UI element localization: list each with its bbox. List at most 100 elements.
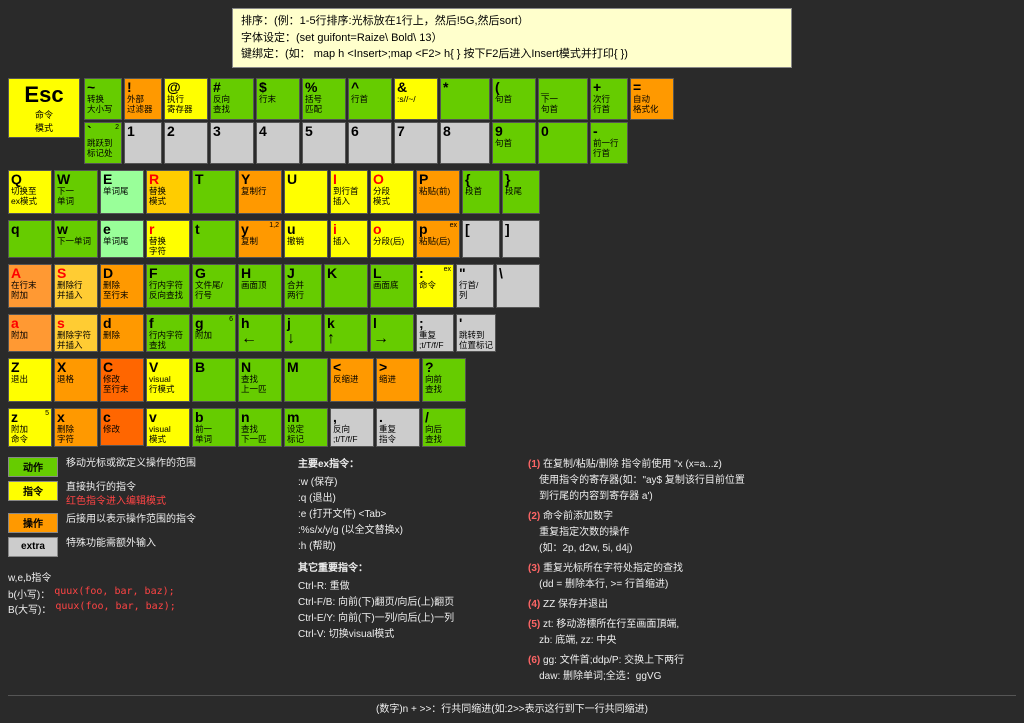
key-W[interactable]: W 下一单词 bbox=[54, 170, 98, 214]
key-semicolon[interactable]: ; 重复;t/T/f/F bbox=[416, 314, 454, 352]
key-w-lower[interactable]: w 下一单词 bbox=[54, 220, 98, 258]
key-N[interactable]: N 查找上一匹 bbox=[238, 358, 282, 402]
key-Z[interactable]: Z 退出 bbox=[8, 358, 52, 402]
key-lbrace[interactable]: { 段首 bbox=[462, 170, 500, 214]
key-X[interactable]: X 退格 bbox=[54, 358, 98, 402]
key-c[interactable]: c 修改 bbox=[100, 408, 144, 446]
key-U[interactable]: U bbox=[284, 170, 328, 214]
key-d[interactable]: d 删除 bbox=[100, 314, 144, 352]
key-tilde[interactable]: ~ 转换大小写 bbox=[84, 78, 122, 120]
key-u-lower[interactable]: u 撤销 bbox=[284, 220, 328, 258]
key-l[interactable]: l → bbox=[370, 314, 414, 352]
ex-item-3: :e (打开文件) <Tab> bbox=[298, 507, 518, 523]
key-V[interactable]: V visual行模式 bbox=[146, 358, 190, 402]
key-T[interactable]: T bbox=[192, 170, 236, 214]
key-k[interactable]: k ↑ bbox=[324, 314, 368, 352]
key-j[interactable]: j ↓ bbox=[284, 314, 322, 352]
key-o-lower[interactable]: o 分段(后) bbox=[370, 220, 414, 258]
key-O[interactable]: O 分段模式 bbox=[370, 170, 414, 214]
key-G[interactable]: G 文件尾/行号 bbox=[192, 264, 236, 308]
key-t-lower[interactable]: t bbox=[192, 220, 236, 258]
key-minus[interactable]: - 前一行行首 bbox=[590, 122, 628, 164]
bottom-section: 动作 移动光标或欲定义操作的范围 指令 直接执行的指令 红色指令进入编辑模式 操… bbox=[8, 457, 1016, 689]
key-4[interactable]: 4 bbox=[256, 122, 300, 164]
ex-item-5: :h (帮助) bbox=[298, 539, 518, 555]
key-L[interactable]: L 画面底 bbox=[370, 264, 414, 308]
key-Q[interactable]: Q 切换至ex模式 bbox=[8, 170, 52, 214]
key-b[interactable]: b 前一单词 bbox=[192, 408, 236, 446]
key-gt[interactable]: > 缩进 bbox=[376, 358, 420, 402]
key-q[interactable]: q bbox=[8, 220, 52, 258]
key-P[interactable]: P 粘贴(前) bbox=[416, 170, 460, 214]
key-6[interactable]: 6 bbox=[348, 122, 392, 164]
key-F[interactable]: F 行内字符反向查找 bbox=[146, 264, 190, 308]
key-I[interactable]: I 到行首插入 bbox=[330, 170, 368, 214]
key-dot[interactable]: . 重复指令 bbox=[376, 408, 420, 446]
key-quote[interactable]: " 行首/列 bbox=[456, 264, 494, 308]
key-v[interactable]: v visual模式 bbox=[146, 408, 190, 446]
key-rbracket[interactable]: ] bbox=[502, 220, 540, 258]
key-caret[interactable]: ^ 行首 bbox=[348, 78, 392, 120]
key-dollar[interactable]: $ 行末 bbox=[256, 78, 300, 120]
key-D[interactable]: D 删除至行末 bbox=[100, 264, 144, 308]
key-R[interactable]: R 替换模式 bbox=[146, 170, 190, 214]
key-0[interactable]: 0 bbox=[538, 122, 588, 164]
key-f[interactable]: f 行内字符查找 bbox=[146, 314, 190, 352]
key-7[interactable]: 7 bbox=[394, 122, 438, 164]
key-J[interactable]: J 合并两行 bbox=[284, 264, 322, 308]
key-m[interactable]: m 设定标记 bbox=[284, 408, 328, 446]
key-comma[interactable]: , 反向;t/T/f/F bbox=[330, 408, 374, 446]
key-s[interactable]: s 删除字符并插入 bbox=[54, 314, 98, 352]
key-exclaim[interactable]: ! 外部过滤器 bbox=[124, 78, 162, 120]
key-plus[interactable]: + 次行行首 bbox=[590, 78, 628, 120]
key-y-lower[interactable]: y 1,2 复制 bbox=[238, 220, 282, 258]
key-1[interactable]: 1 bbox=[124, 122, 162, 164]
key-x[interactable]: x 删除字符 bbox=[54, 408, 98, 446]
key-lbracket[interactable]: [ bbox=[462, 220, 500, 258]
legend-command: 指令 直接执行的指令 红色指令进入编辑模式 bbox=[8, 481, 288, 509]
key-C[interactable]: C 修改至行末 bbox=[100, 358, 144, 402]
key-g[interactable]: g 6 附加 bbox=[192, 314, 236, 352]
key-equals[interactable]: = 自动格式化 bbox=[630, 78, 674, 120]
key-underscore[interactable]: _ 下一句首 bbox=[538, 78, 588, 120]
key-slash[interactable]: / 向后查找 bbox=[422, 408, 466, 446]
key-percent[interactable]: % 括号匹配 bbox=[302, 78, 346, 120]
key-r-lower[interactable]: r 替换字符 bbox=[146, 220, 190, 258]
key-H[interactable]: H 画面顶 bbox=[238, 264, 282, 308]
key-5[interactable]: 5 bbox=[302, 122, 346, 164]
key-9[interactable]: 9 句首 bbox=[492, 122, 536, 164]
key-amp[interactable]: & :s//~/ bbox=[394, 78, 438, 120]
key-B[interactable]: B bbox=[192, 358, 236, 402]
key-apostrophe[interactable]: ' 跳转到位置标记 bbox=[456, 314, 496, 352]
key-i-lower[interactable]: i 插入 bbox=[330, 220, 368, 258]
key-2[interactable]: 2 bbox=[164, 122, 208, 164]
key-p-lower[interactable]: p ex 粘贴(后) bbox=[416, 220, 460, 258]
key-M[interactable]: M bbox=[284, 358, 328, 402]
key-colon[interactable]: : ex 命令 bbox=[416, 264, 454, 308]
key-8[interactable]: 8 bbox=[440, 122, 490, 164]
key-backslash[interactable]: \ bbox=[496, 264, 540, 308]
key-Y[interactable]: Y 复制行 bbox=[238, 170, 282, 214]
key-h[interactable]: h ← bbox=[238, 314, 282, 352]
key-e-lower[interactable]: e 单词尾 bbox=[100, 220, 144, 258]
key-lparen[interactable]: ( 句首 bbox=[492, 78, 536, 120]
key-a[interactable]: a 附加 bbox=[8, 314, 52, 352]
key-at[interactable]: @ 执行寄存器 bbox=[164, 78, 208, 120]
esc-key[interactable]: Esc 命令模式 bbox=[8, 78, 80, 138]
note-1: (1) 在复制/粘贴/删除 指令前使用 "x (x=a...z) 使用指令的寄存… bbox=[528, 457, 1016, 505]
key-backtick[interactable]: ` 2 跳跃到标记处 bbox=[84, 122, 122, 164]
key-E[interactable]: E 单词尾 bbox=[100, 170, 144, 214]
key-n[interactable]: n 查找下一匹 bbox=[238, 408, 282, 446]
key-S[interactable]: S 删除行并插入 bbox=[54, 264, 98, 308]
key-K[interactable]: K bbox=[324, 264, 368, 308]
legend-op-text: 后接用以表示操作范围的指令 bbox=[66, 513, 196, 527]
key-hash[interactable]: # 反向查找 bbox=[210, 78, 254, 120]
info-box: 排序：(例：1-5行排序:光标放在1行上，然后!5G,然后sort） 字体设定：… bbox=[232, 8, 792, 68]
key-3[interactable]: 3 bbox=[210, 122, 254, 164]
key-lt[interactable]: < 反缩进 bbox=[330, 358, 374, 402]
key-question[interactable]: ? 向前查找 bbox=[422, 358, 466, 402]
key-star[interactable]: * bbox=[440, 78, 490, 120]
key-z[interactable]: z 5 附加命令 bbox=[8, 408, 52, 446]
key-A[interactable]: A 在行末附加 bbox=[8, 264, 52, 308]
key-rbrace[interactable]: } 段尾 bbox=[502, 170, 540, 214]
